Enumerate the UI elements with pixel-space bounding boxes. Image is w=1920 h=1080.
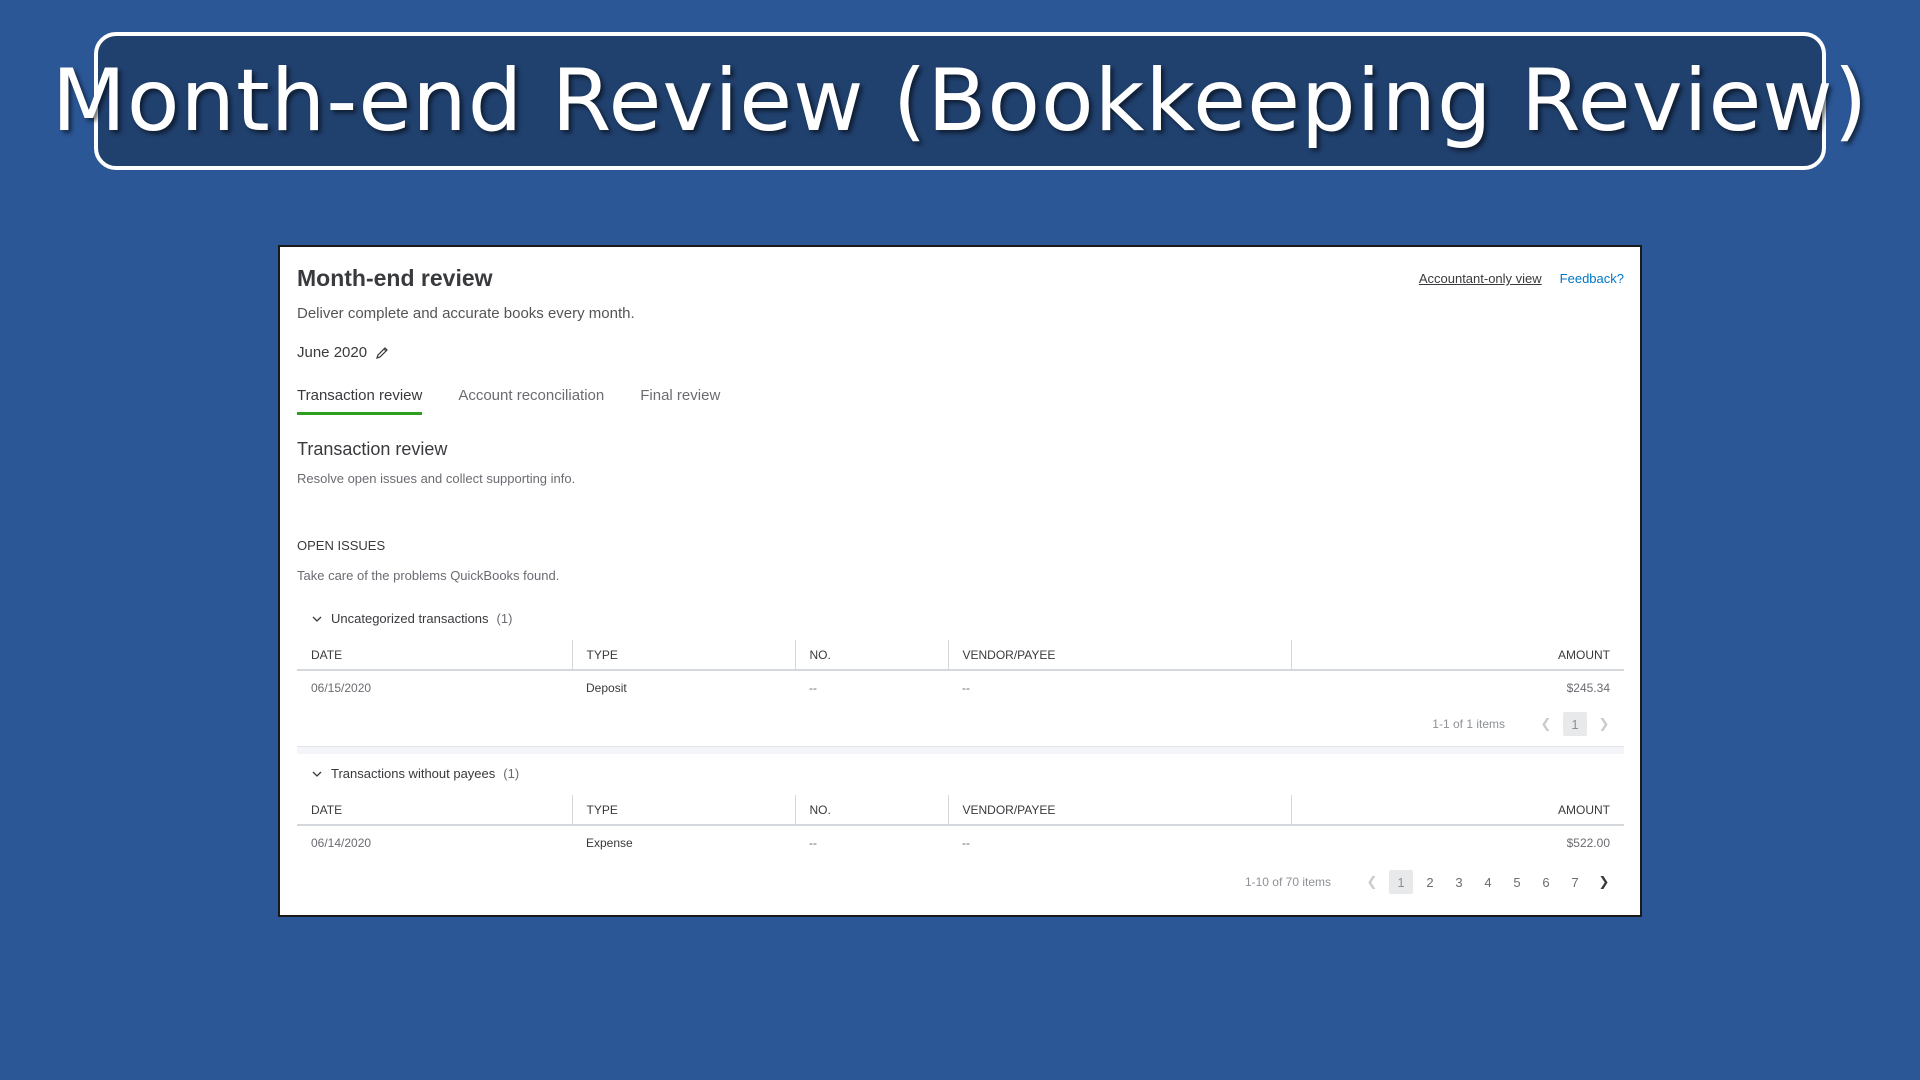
col-type[interactable]: TYPE xyxy=(571,640,795,671)
cell-type: Expense xyxy=(586,835,633,850)
pagination-no-payee: 1-10 of 70 items ❮ 1 2 3 4 5 6 7 ❯ xyxy=(297,859,1624,905)
pagination-info: 1-10 of 70 items xyxy=(1244,875,1331,889)
tab-transaction-review[interactable]: Transaction review xyxy=(297,387,423,415)
group-count: (1) xyxy=(496,611,513,626)
open-issues-label: OPEN ISSUES xyxy=(297,538,386,553)
accountant-only-view-link[interactable]: Accountant-only view xyxy=(1419,271,1542,286)
page-button-4[interactable]: 4 xyxy=(1476,870,1500,894)
tab-final-review[interactable]: Final review xyxy=(640,387,720,415)
cell-date: 06/14/2020 xyxy=(311,835,372,850)
pagination-uncategorized: 1-1 of 1 items ❮ 1 ❯ xyxy=(297,704,1624,744)
table-row[interactable]: 06/15/2020 Deposit -- -- $245.34 xyxy=(297,670,1624,704)
uncategorized-table: DATE TYPE NO. VENDOR/PAYEE AMOUNT 06/15/… xyxy=(297,640,1624,704)
feedback-link[interactable]: Feedback? xyxy=(1560,271,1624,286)
page-button-3[interactable]: 3 xyxy=(1447,870,1471,894)
prev-page-icon[interactable]: ❮ xyxy=(1360,870,1384,894)
col-date[interactable]: DATE xyxy=(297,640,572,671)
section-subtitle: Resolve open issues and collect supporti… xyxy=(297,471,576,486)
panel-header: Month-end review Accountant-only view Fe… xyxy=(297,263,1624,295)
cell-vendor: -- xyxy=(962,680,970,695)
period-label: June 2020 xyxy=(297,344,368,361)
col-vendor[interactable]: VENDOR/PAYEE xyxy=(947,640,1291,671)
col-no[interactable]: NO. xyxy=(794,795,948,826)
group-no-payee-header[interactable]: Transactions without payees (1) xyxy=(311,766,1624,781)
slide-title: Month-end Review (Bookkeeping Review) xyxy=(51,51,1869,151)
page-button-2[interactable]: 2 xyxy=(1418,870,1442,894)
page-button-1[interactable]: 1 xyxy=(1389,870,1413,894)
page-button-5[interactable]: 5 xyxy=(1505,870,1529,894)
next-page-icon[interactable]: ❯ xyxy=(1592,712,1616,736)
cell-vendor: -- xyxy=(962,835,970,850)
open-issues-subtitle: Take care of the problems QuickBooks fou… xyxy=(297,568,560,583)
table-row[interactable]: 06/14/2020 Expense -- -- $522.00 xyxy=(297,825,1624,859)
col-type[interactable]: TYPE xyxy=(571,795,795,826)
page-button-6[interactable]: 6 xyxy=(1534,870,1558,894)
col-vendor[interactable]: VENDOR/PAYEE xyxy=(947,795,1291,826)
page-button-1[interactable]: 1 xyxy=(1563,712,1587,736)
group-divider xyxy=(297,746,1624,754)
slide-title-box: Month-end Review (Bookkeeping Review) xyxy=(52,32,1867,170)
header-links: Accountant-only view Feedback? xyxy=(1419,271,1624,286)
cell-amount: $522.00 xyxy=(1566,835,1610,850)
section-title: Transaction review xyxy=(297,439,448,459)
cell-date: 06/15/2020 xyxy=(311,680,372,695)
group-count: (1) xyxy=(503,766,520,781)
page-button-7[interactable]: 7 xyxy=(1563,870,1587,894)
col-amount[interactable]: AMOUNT xyxy=(1290,795,1624,826)
pagination-info: 1-1 of 1 items xyxy=(1432,717,1505,731)
pencil-icon[interactable] xyxy=(375,346,389,360)
tab-bar: Transaction review Account reconciliatio… xyxy=(297,387,1624,415)
col-amount[interactable]: AMOUNT xyxy=(1290,640,1624,671)
tab-account-reconciliation[interactable]: Account reconciliation xyxy=(458,387,604,415)
cell-no: -- xyxy=(809,835,817,850)
no-payee-table: DATE TYPE NO. VENDOR/PAYEE AMOUNT 06/14/… xyxy=(297,795,1624,859)
group-uncategorized-header[interactable]: Uncategorized transactions (1) xyxy=(311,611,1624,626)
cell-no: -- xyxy=(809,680,817,695)
cell-amount: $245.34 xyxy=(1566,680,1610,695)
prev-page-icon[interactable]: ❮ xyxy=(1534,712,1558,736)
page-title: Month-end review xyxy=(297,265,493,291)
cell-type: Deposit xyxy=(586,680,627,695)
group-title: Uncategorized transactions xyxy=(331,611,489,626)
group-title: Transactions without payees xyxy=(331,766,496,781)
chevron-down-icon[interactable] xyxy=(311,613,323,625)
page-subtitle: Deliver complete and accurate books ever… xyxy=(297,305,635,322)
month-end-review-panel: Month-end review Accountant-only view Fe… xyxy=(278,245,1642,917)
next-page-icon[interactable]: ❯ xyxy=(1592,870,1616,894)
col-no[interactable]: NO. xyxy=(794,640,948,671)
col-date[interactable]: DATE xyxy=(297,795,572,826)
period-selector[interactable]: June 2020 xyxy=(297,344,1624,361)
chevron-down-icon[interactable] xyxy=(311,768,323,780)
